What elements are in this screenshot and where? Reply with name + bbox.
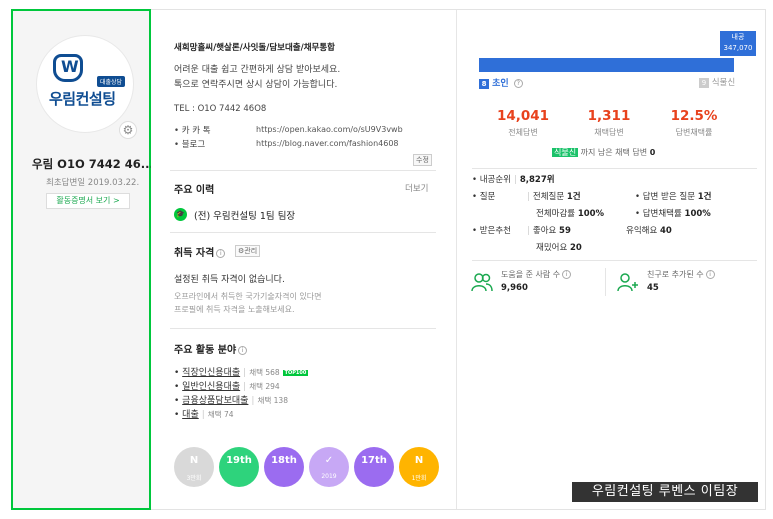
friends-label: 친구로 추가된 수i bbox=[647, 269, 715, 280]
deadline-rate: 전체마감률 100% bbox=[536, 209, 605, 219]
intro-title: 새희망홀씨/햇살론/사잇돌/담보대출/채무통합 bbox=[174, 43, 335, 53]
stat-label: 채택답변 bbox=[594, 128, 624, 137]
achievement-badge[interactable]: 19th bbox=[219, 447, 259, 487]
manage-button[interactable]: ⚙관리 bbox=[235, 245, 261, 257]
career-more-link[interactable]: 더보기 bbox=[405, 182, 428, 194]
blog-label: • 블로그 bbox=[174, 140, 206, 150]
kakao-link[interactable]: https://open.kakao.com/o/sU9V3vwb bbox=[256, 125, 403, 134]
profile-main: 새희망홀씨/햇살론/사잇돌/담보대출/채무통합 어려운 대출 쉽고 간편하게 상… bbox=[151, 10, 457, 509]
info-icon[interactable]: i bbox=[216, 248, 226, 258]
helped-label: 도움을 준 사람 수i bbox=[501, 269, 572, 280]
stat-total-answers: 14,041 bbox=[496, 108, 550, 124]
divider bbox=[472, 168, 757, 169]
info-icon[interactable]: i bbox=[238, 345, 248, 355]
certification-hint: 오프라인에서 취득한 국가기술자격이 있다면 bbox=[174, 292, 322, 301]
adopt-rate: • 답변채택률 100% bbox=[635, 209, 711, 219]
badge-sub: 2019 bbox=[321, 473, 337, 480]
field-item: • 직장인신용대출 | 채택 568 TOP100 bbox=[174, 368, 309, 378]
naegong-tooltip: 내공 347,070 bbox=[720, 31, 756, 56]
kakao-label: • 카 카 톡 bbox=[174, 126, 211, 136]
rank-progress-bar bbox=[479, 58, 734, 72]
divider bbox=[170, 170, 436, 171]
add-friend-icon bbox=[617, 272, 639, 292]
badge-sub: 3만회 bbox=[186, 475, 202, 482]
next-rank-note: 식물신 까지 남은 채택 답변 0 bbox=[552, 148, 656, 157]
divider bbox=[472, 260, 757, 261]
good-count: | 좋아요 59 bbox=[527, 226, 571, 236]
question-label: • 질문 bbox=[472, 192, 496, 202]
logo-w-icon: W bbox=[53, 54, 83, 82]
stat-adopt-rate: 12.5% bbox=[670, 108, 718, 124]
career-item: (전) 우림컨설팅 1팀 팀장 bbox=[194, 211, 296, 222]
info-icon[interactable]: i bbox=[562, 270, 572, 279]
certification-empty: 설정된 취득 자격이 없습니다. bbox=[174, 275, 285, 285]
logo-text: 우림컨설팅 bbox=[49, 90, 116, 108]
badge-label: N bbox=[189, 455, 199, 466]
total-questions: | 전체질문 1건 bbox=[527, 192, 581, 202]
phone-number: TEL : O1O 7442 46O8 bbox=[174, 104, 267, 114]
help-icon[interactable]: ? bbox=[513, 79, 523, 88]
naegong-rank: • 내공순위 | 8,827위 bbox=[472, 175, 555, 185]
career-title: 주요 이력 bbox=[174, 185, 215, 196]
stat-label: 전체답변 bbox=[508, 128, 538, 137]
field-item: • 대출 | 채택 74 bbox=[174, 410, 234, 420]
field-item: • 일반인신용대출 | 채택 294 bbox=[174, 382, 280, 392]
current-rank: 8 초인 ? bbox=[479, 76, 523, 89]
field-link[interactable]: 일반인신용대출 bbox=[182, 382, 240, 392]
badge-label: N bbox=[414, 455, 424, 466]
badge-label: 17th bbox=[361, 455, 387, 466]
profile-stats: 내공 347,070 8 초인 ? 9 식물신 14,041 전체답변 1,311… bbox=[457, 10, 765, 509]
field-link[interactable]: 대출 bbox=[182, 410, 199, 420]
answered-questions: • 답변 받은 질문 1건 bbox=[635, 192, 712, 202]
next-rank: 9 식물신 bbox=[699, 76, 735, 88]
field-link[interactable]: 직장인신용대출 bbox=[182, 368, 240, 378]
fields-title: 주요 활동 분야 i bbox=[174, 341, 248, 356]
stat-adopted-answers: 1,311 bbox=[587, 108, 631, 124]
badge-label: 18th bbox=[271, 455, 297, 466]
fun-count: 재밌어요 20 bbox=[536, 243, 582, 253]
helped-count: 9,960 bbox=[501, 283, 528, 293]
divider bbox=[170, 232, 436, 233]
user-name: 우림 O1O 7442 46... bbox=[32, 157, 152, 171]
top100-badge: TOP100 bbox=[282, 369, 309, 376]
achievement-badge[interactable]: N 3만회 bbox=[174, 447, 214, 487]
divider bbox=[170, 328, 436, 329]
blog-link[interactable]: https://blog.naver.com/fashion4608 bbox=[256, 139, 399, 148]
first-answer-date: 최초답변일 2019.03.22. bbox=[46, 178, 140, 188]
achievement-badge[interactable]: 17th bbox=[354, 447, 394, 487]
gear-icon[interactable]: ⚙ bbox=[119, 121, 137, 139]
logo-tag: 대출상담 bbox=[97, 76, 126, 87]
achievement-badge[interactable]: ✓ 2019 bbox=[309, 447, 349, 487]
stat-label: 답변채택률 bbox=[675, 128, 713, 137]
info-icon[interactable]: i bbox=[705, 270, 715, 279]
certification-hint: 프로필에 취득 자격을 노출해보세요. bbox=[174, 305, 295, 314]
achievement-badge[interactable]: 18th bbox=[264, 447, 304, 487]
useful-count: 유익해요 40 bbox=[626, 226, 672, 236]
profile-sidebar: W 대출상담 우림컨설팅 ⚙ 우림 O1O 7442 46... 최초답변일 2… bbox=[11, 9, 152, 510]
activity-certificate-button[interactable]: 활동증명서 보기 > bbox=[46, 193, 130, 209]
intro-line: 톡으로 연락주시면 상시 상담이 가능합니다. bbox=[174, 80, 338, 90]
achievement-badge[interactable]: N 1만회 bbox=[399, 447, 439, 487]
field-item: • 금융상품담보대출 | 채택 138 bbox=[174, 396, 288, 406]
friends-count: 45 bbox=[647, 283, 659, 293]
certification-title: 취득 자격 i bbox=[174, 244, 226, 259]
divider bbox=[605, 268, 606, 296]
intro-line: 어려운 대출 쉽고 간편하게 상담 받아보세요. bbox=[174, 65, 341, 75]
field-link[interactable]: 금융상품담보대출 bbox=[182, 396, 248, 406]
profile-avatar[interactable]: W 대출상담 우림컨설팅 bbox=[36, 35, 134, 133]
edit-button[interactable]: 수정 bbox=[413, 154, 432, 166]
badge-sub: 1만회 bbox=[411, 475, 427, 482]
recommend-label: • 받은추천 bbox=[472, 226, 511, 236]
people-icon bbox=[471, 272, 493, 292]
graduation-cap-icon: 🎓 bbox=[174, 208, 187, 221]
watermark-caption: 우림컨설팅 루벤스 이팀장 bbox=[572, 482, 758, 502]
badge-label: ✓ bbox=[324, 455, 334, 466]
badge-label: 19th bbox=[226, 455, 252, 466]
